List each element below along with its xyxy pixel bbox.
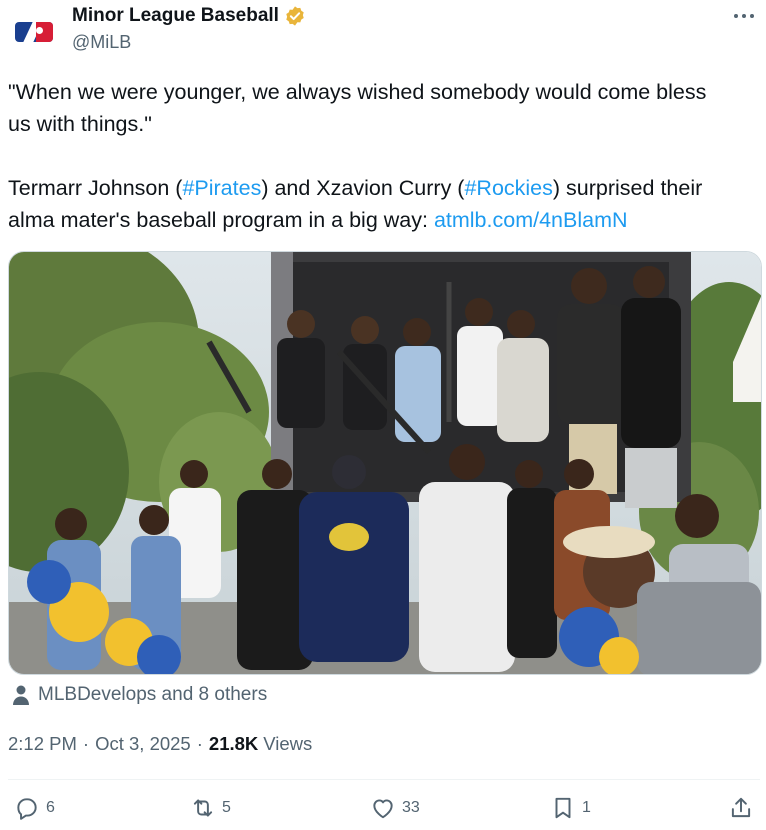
- photo-illustration: [9, 252, 761, 674]
- tweet-line: us with things.": [8, 112, 152, 136]
- views-count: 21.8K: [208, 733, 259, 754]
- tweet-line: Termarr Johnson (#Pirates) and Xzavion C…: [8, 172, 760, 204]
- text-segment: Termarr Johnson (: [8, 176, 183, 200]
- tweet-header: Minor League Baseball @MiLB: [0, 0, 766, 62]
- tweet-line: alma mater's baseball program in a big w…: [8, 204, 760, 236]
- reply-icon: [17, 798, 37, 820]
- reply-count: 6: [46, 799, 55, 816]
- more-options-icon[interactable]: [730, 4, 758, 28]
- share-button[interactable]: [728, 790, 754, 826]
- bookmark-button[interactable]: 1: [550, 790, 591, 826]
- separator-dot: ·: [82, 733, 90, 754]
- hashtag-pirates-link[interactable]: #Pirates: [182, 176, 261, 200]
- person-icon: [13, 685, 29, 705]
- heart-icon: [373, 799, 393, 819]
- account-handle[interactable]: @MiLB: [72, 32, 131, 53]
- verified-badge-icon: [286, 6, 304, 26]
- like-count: 33: [402, 799, 420, 816]
- tagged-users[interactable]: MLBDevelops and 8 others: [12, 684, 267, 706]
- tweet-text: "When we were younger, we always wished …: [8, 76, 760, 236]
- action-bar: 6 5 33 1: [0, 790, 766, 830]
- tweet-date[interactable]: Oct 3, 2025: [95, 733, 191, 755]
- tagged-users-text: MLBDevelops and 8 others: [38, 684, 268, 705]
- share-icon: [731, 797, 751, 818]
- hashtag-rockies-link[interactable]: #Rockies: [464, 176, 552, 200]
- tweet-time[interactable]: 2:12 PM: [8, 733, 77, 755]
- repost-count: 5: [222, 799, 231, 816]
- tweet-line: "When we were younger, we always wished …: [8, 80, 707, 104]
- tweet-photo[interactable]: [8, 251, 762, 675]
- divider: [8, 779, 760, 780]
- text-segment: alma mater's baseball program in a big w…: [8, 208, 434, 232]
- reply-button[interactable]: 6: [14, 790, 55, 826]
- text-segment: ) and Xzavion Curry (: [261, 176, 465, 200]
- separator-dot: ·: [196, 733, 203, 754]
- account-avatar[interactable]: [8, 6, 60, 58]
- tweet-meta: 2:12 PM · Oct 3, 2025 · 21.8K Views: [8, 733, 312, 755]
- text-segment: ) surprised their: [552, 176, 703, 200]
- article-link[interactable]: atmlb.com/4nBlamN: [434, 208, 628, 232]
- name-row: Minor League Baseball: [72, 5, 306, 27]
- display-name[interactable]: Minor League Baseball: [72, 5, 279, 27]
- bookmark-count: 1: [582, 799, 591, 816]
- views-label: Views: [263, 733, 313, 754]
- milb-logo-icon: [15, 22, 53, 42]
- repost-icon: [193, 799, 213, 817]
- repost-button[interactable]: 5: [190, 790, 231, 826]
- bookmark-icon: [555, 797, 571, 819]
- like-button[interactable]: 33: [370, 790, 420, 826]
